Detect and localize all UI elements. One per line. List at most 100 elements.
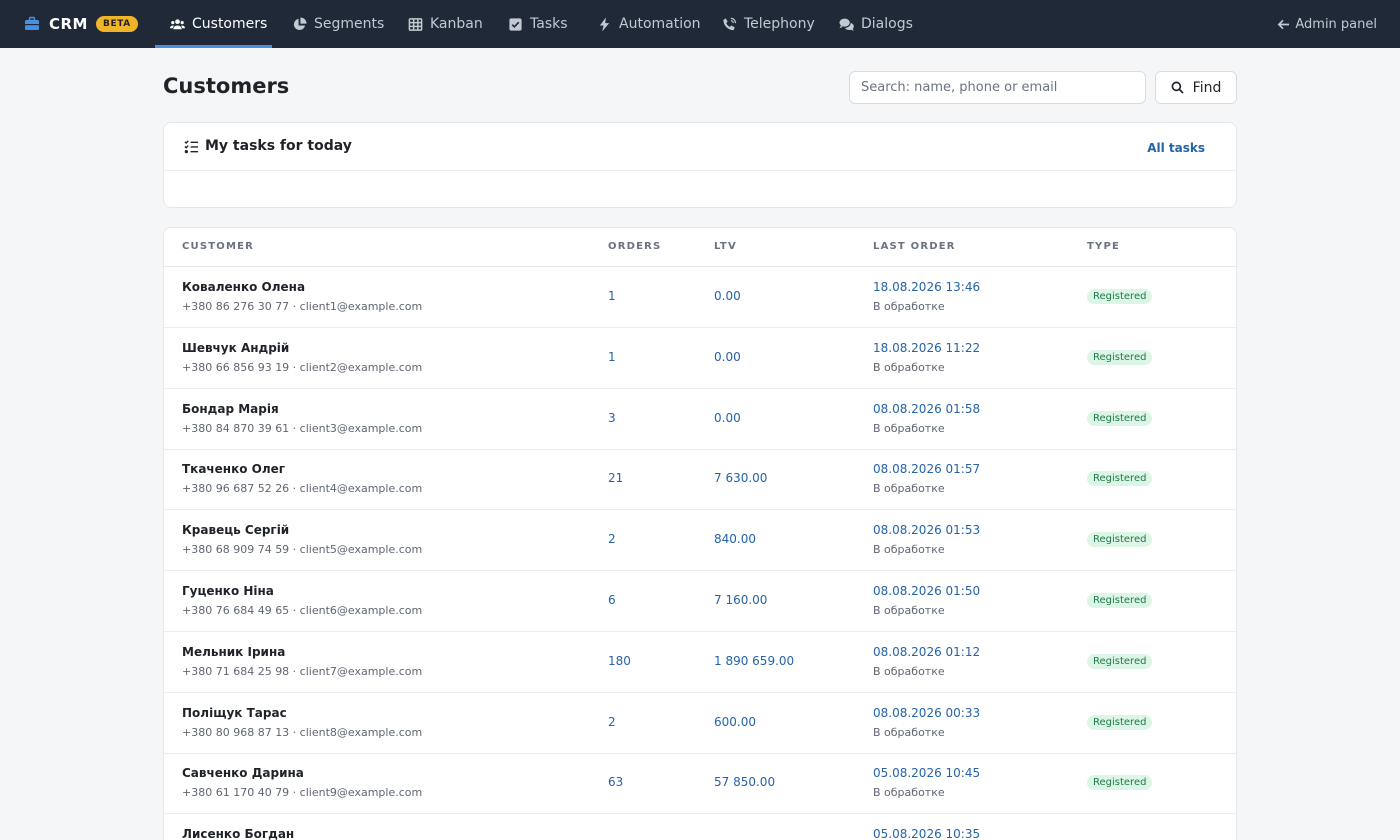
customer-contact: +380 76 684 49 65 · client6@example.com: [182, 604, 423, 617]
customer-contact: +380 86 276 30 77 · client1@example.com: [182, 300, 423, 313]
customer-name[interactable]: Бондар Марія: [182, 402, 279, 416]
admin-panel-label: Admin panel: [1295, 16, 1377, 32]
last-order-date[interactable]: 08.08.2026 01:53: [873, 523, 980, 537]
ltv-value[interactable]: 0.00: [714, 289, 741, 303]
column-header-customer[interactable]: CUSTOMER: [182, 241, 254, 252]
orders-count[interactable]: 6: [608, 593, 616, 607]
nav-item-tasks[interactable]: Tasks: [508, 0, 568, 48]
pie-chart-icon: [293, 16, 307, 30]
last-order-date[interactable]: 08.08.2026 01:58: [873, 402, 980, 416]
table-row[interactable]: Поліщук Тарас +380 80 968 87 13 · client8…: [164, 693, 1236, 754]
ltv-value[interactable]: 840.00: [714, 532, 756, 546]
table-row[interactable]: Лисенко Богдан 05.08.2026 10:35: [164, 814, 1236, 840]
last-order-date[interactable]: 18.08.2026 11:22: [873, 341, 980, 355]
ltv-value[interactable]: 57 850.00: [714, 775, 775, 789]
customer-name[interactable]: Шевчук Андрій: [182, 341, 289, 355]
nav-item-automation[interactable]: Automation: [597, 0, 701, 48]
brand-name: CRM: [49, 15, 88, 33]
table-row[interactable]: Савченко Дарина +380 61 170 40 79 · clien…: [164, 753, 1236, 815]
nav-label: Dialogs: [861, 16, 913, 32]
nav-item-kanban[interactable]: Kanban: [408, 0, 483, 48]
customer-name[interactable]: Кравець Сергій: [182, 523, 289, 537]
customer-contact: +380 80 968 87 13 · client8@example.com: [182, 725, 423, 739]
orders-count[interactable]: 3: [608, 411, 616, 425]
customer-contact: +380 96 687 52 26 · client4@example.com: [182, 482, 423, 496]
find-button-label: Find: [1192, 79, 1222, 96]
nav-label: Segments: [314, 16, 385, 32]
orders-count[interactable]: 2: [608, 715, 616, 729]
customer-name[interactable]: Коваленко Олена: [182, 280, 305, 294]
ltv-value[interactable]: 7 160.00: [714, 593, 767, 607]
orders-count[interactable]: 63: [608, 775, 623, 789]
customer-type-badge: Registered: [1087, 289, 1153, 304]
checkbox-icon: [509, 17, 522, 31]
arrow-left-icon: [1278, 19, 1290, 29]
orders-count[interactable]: 1: [608, 350, 616, 364]
table-row[interactable]: Мельник Ірина +380 71 684 25 98 · client7…: [164, 632, 1236, 693]
tasks-title-label: My tasks for today: [205, 138, 352, 154]
ltv-value[interactable]: 1 890 659.00: [714, 654, 794, 668]
customer-type-badge: Registered: [1087, 410, 1153, 426]
customer-name[interactable]: Савченко Дарина: [182, 766, 304, 780]
table-row[interactable]: Бондар Марія +380 84 870 39 61 · client3@…: [164, 389, 1236, 450]
search-icon: [1171, 81, 1184, 94]
brand[interactable]: CRM BETA: [24, 0, 138, 48]
last-order-date[interactable]: 18.08.2026 13:46: [873, 280, 980, 294]
nav-item-dialogs[interactable]: Dialogs: [839, 0, 913, 48]
customer-name[interactable]: Лисенко Богдан: [182, 827, 294, 840]
customer-type-badge: Registered: [1087, 349, 1153, 365]
customer-type-badge: Registered: [1087, 532, 1153, 548]
all-tasks-link[interactable]: All tasks: [1147, 141, 1205, 155]
admin-panel-link[interactable]: Admin panel: [1277, 0, 1377, 48]
ltv-value[interactable]: 0.00: [714, 411, 741, 425]
table-header: CUSTOMER ORDERS LTV LAST ORDER TYPE: [164, 228, 1236, 267]
orders-count[interactable]: 180: [608, 654, 631, 668]
orders-count[interactable]: 21: [608, 471, 623, 485]
customer-name[interactable]: Гуценко Ніна: [182, 584, 274, 598]
ltv-value[interactable]: 7 630.00: [714, 471, 767, 485]
active-tab-indicator: [155, 45, 272, 48]
ltv-value[interactable]: 0.00: [714, 350, 741, 364]
tasks-title: My tasks for today: [184, 138, 352, 154]
nav-item-customers[interactable]: Customers: [170, 0, 267, 48]
customer-name[interactable]: Мельник Ірина: [182, 645, 285, 659]
customer-name[interactable]: Поліщук Тарас: [182, 706, 287, 720]
column-header-orders[interactable]: ORDERS: [608, 241, 661, 252]
last-order-status: В обработке: [873, 421, 945, 435]
last-order-date[interactable]: 08.08.2026 01:50: [873, 584, 980, 598]
table-row[interactable]: Коваленко Олена +380 86 276 30 77 · clien…: [164, 267, 1236, 328]
customer-contact: +380 84 870 39 61 · client3@example.com: [182, 421, 423, 435]
table-row[interactable]: Шевчук Андрій +380 66 856 93 19 · client2…: [164, 328, 1236, 389]
last-order-date[interactable]: 08.08.2026 01:57: [873, 462, 980, 476]
search-input[interactable]: [849, 71, 1146, 104]
table-icon: [408, 17, 423, 31]
column-header-ltv[interactable]: LTV: [714, 241, 737, 252]
last-order-status: В обработке: [873, 725, 945, 739]
ltv-value[interactable]: 600.00: [714, 715, 756, 729]
table-row[interactable]: Кравець Сергій +380 68 909 74 59 · client…: [164, 510, 1236, 572]
last-order-date[interactable]: 08.08.2026 01:12: [873, 645, 980, 659]
customer-name[interactable]: Ткаченко Олег: [182, 462, 285, 476]
nav-label: Tasks: [530, 16, 568, 32]
customers-table: CUSTOMER ORDERS LTV LAST ORDER TYPE Кова…: [163, 227, 1237, 840]
customer-contact: +380 71 684 25 98 · client7@example.com: [182, 664, 423, 678]
last-order-status: В обработке: [873, 604, 945, 617]
nav-item-segments[interactable]: Segments: [292, 0, 384, 48]
last-order-date[interactable]: 05.08.2026 10:45: [873, 766, 980, 780]
table-row[interactable]: Ткаченко Олег +380 96 687 52 26 · client4…: [164, 449, 1236, 511]
find-button[interactable]: Find: [1155, 71, 1237, 104]
customer-type-badge: Registered: [1087, 775, 1153, 791]
last-order-status: В обработке: [873, 360, 945, 374]
column-header-type[interactable]: TYPE: [1087, 241, 1120, 252]
last-order-date[interactable]: 05.08.2026 10:35: [873, 827, 980, 840]
table-row[interactable]: Гуценко Ніна +380 76 684 49 65 · client6@…: [164, 571, 1236, 632]
task-list-icon: [184, 139, 199, 153]
customer-contact: +380 68 909 74 59 · client5@example.com: [182, 543, 423, 557]
orders-count[interactable]: 2: [608, 532, 616, 546]
column-header-last-order[interactable]: LAST ORDER: [873, 241, 956, 252]
nav-label: Telephony: [744, 16, 815, 32]
nav-item-telephony[interactable]: Telephony: [722, 0, 815, 48]
last-order-date[interactable]: 08.08.2026 00:33: [873, 706, 980, 720]
last-order-status: В обработке: [873, 786, 945, 800]
orders-count[interactable]: 1: [608, 289, 616, 303]
